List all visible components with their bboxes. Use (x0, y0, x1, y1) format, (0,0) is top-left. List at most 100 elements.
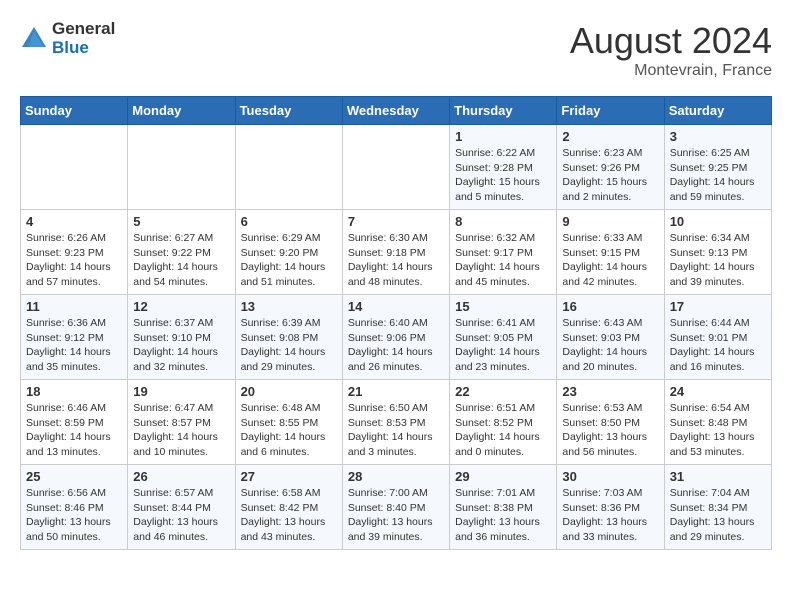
logo-icon (20, 25, 48, 53)
cell-info: Sunrise: 6:34 AM Sunset: 9:13 PM Dayligh… (670, 231, 766, 290)
table-cell: 6Sunrise: 6:29 AM Sunset: 9:20 PM Daylig… (235, 210, 342, 295)
cell-info: Sunrise: 7:00 AM Sunset: 8:40 PM Dayligh… (348, 486, 444, 545)
day-number: 17 (670, 299, 766, 314)
cell-info: Sunrise: 6:51 AM Sunset: 8:52 PM Dayligh… (455, 401, 551, 460)
week-row-3: 11 Sunrise: 6:36 AM Sunset: 9:12 PM Dayli… (21, 295, 772, 380)
cell-info: Sunrise: 6:32 AM Sunset: 9:17 PM Dayligh… (455, 231, 551, 290)
calendar-body: 1Sunrise: 6:22 AM Sunset: 9:28 PM Daylig… (21, 125, 772, 550)
col-sunday: Sunday (21, 97, 128, 125)
table-cell: 2Sunrise: 6:23 AM Sunset: 9:26 PM Daylig… (557, 125, 664, 210)
page-header: General Blue August 2024 Montevrain, Fra… (20, 20, 772, 80)
table-cell: 30 Sunrise: 7:03 AM Sunset: 8:36 PM Dayli… (557, 465, 664, 550)
calendar-header: Sunday Monday Tuesday Wednesday Thursday… (21, 97, 772, 125)
day-number: 29 (455, 469, 551, 484)
table-cell: 23Sunrise: 6:53 AM Sunset: 8:50 PM Dayli… (557, 380, 664, 465)
week-row-4: 18Sunrise: 6:46 AM Sunset: 8:59 PM Dayli… (21, 380, 772, 465)
day-number: 19 (133, 384, 229, 399)
cell-info: Sunrise: 6:25 AM Sunset: 9:25 PM Dayligh… (670, 146, 766, 205)
cell-info: Sunrise: 6:48 AM Sunset: 8:55 PM Dayligh… (241, 401, 337, 460)
title-block: August 2024 Montevrain, France (570, 20, 772, 80)
table-cell (235, 125, 342, 210)
day-number: 30 (562, 469, 658, 484)
day-number: 4 (26, 214, 122, 229)
col-thursday: Thursday (450, 97, 557, 125)
day-number: 14 (348, 299, 444, 314)
table-cell (342, 125, 449, 210)
day-number: 28 (348, 469, 444, 484)
day-number: 9 (562, 214, 658, 229)
week-row-2: 4 Sunrise: 6:26 AM Sunset: 9:23 PM Daylig… (21, 210, 772, 295)
day-number: 13 (241, 299, 337, 314)
cell-info: Sunrise: 6:30 AM Sunset: 9:18 PM Dayligh… (348, 231, 444, 290)
cell-info: Sunrise: 6:36 AM Sunset: 9:12 PM Dayligh… (26, 316, 122, 375)
day-number: 21 (348, 384, 444, 399)
table-cell: 15 Sunrise: 6:41 AM Sunset: 9:05 PM Dayli… (450, 295, 557, 380)
day-number: 1 (455, 129, 551, 144)
cell-info: Sunrise: 7:03 AM Sunset: 8:36 PM Dayligh… (562, 486, 658, 545)
table-cell: 7 Sunrise: 6:30 AM Sunset: 9:18 PM Daylig… (342, 210, 449, 295)
table-cell: 24Sunrise: 6:54 AM Sunset: 8:48 PM Dayli… (664, 380, 771, 465)
cell-info: Sunrise: 6:58 AM Sunset: 8:42 PM Dayligh… (241, 486, 337, 545)
table-cell: 31 Sunrise: 7:04 AM Sunset: 8:34 PM Dayli… (664, 465, 771, 550)
day-number: 18 (26, 384, 122, 399)
calendar-table: Sunday Monday Tuesday Wednesday Thursday… (20, 96, 772, 550)
cell-info: Sunrise: 6:50 AM Sunset: 8:53 PM Dayligh… (348, 401, 444, 460)
day-number: 10 (670, 214, 766, 229)
cell-info: Sunrise: 6:47 AM Sunset: 8:57 PM Dayligh… (133, 401, 229, 460)
table-cell (128, 125, 235, 210)
day-number: 5 (133, 214, 229, 229)
location-subtitle: Montevrain, France (570, 62, 772, 80)
cell-info: Sunrise: 6:41 AM Sunset: 9:05 PM Dayligh… (455, 316, 551, 375)
day-number: 26 (133, 469, 229, 484)
day-number: 27 (241, 469, 337, 484)
cell-info: Sunrise: 6:43 AM Sunset: 9:03 PM Dayligh… (562, 316, 658, 375)
week-row-1: 1Sunrise: 6:22 AM Sunset: 9:28 PM Daylig… (21, 125, 772, 210)
cell-info: Sunrise: 6:26 AM Sunset: 9:23 PM Dayligh… (26, 231, 122, 290)
table-cell: 12 Sunrise: 6:37 AM Sunset: 9:10 PM Dayli… (128, 295, 235, 380)
logo-blue-text: Blue (52, 39, 115, 58)
table-cell: 25 Sunrise: 6:56 AM Sunset: 8:46 PM Dayli… (21, 465, 128, 550)
table-cell: 22 Sunrise: 6:51 AM Sunset: 8:52 PM Dayli… (450, 380, 557, 465)
cell-info: Sunrise: 6:27 AM Sunset: 9:22 PM Dayligh… (133, 231, 229, 290)
cell-info: Sunrise: 6:39 AM Sunset: 9:08 PM Dayligh… (241, 316, 337, 375)
cell-info: Sunrise: 7:04 AM Sunset: 8:34 PM Dayligh… (670, 486, 766, 545)
day-number: 11 (26, 299, 122, 314)
col-monday: Monday (128, 97, 235, 125)
cell-info: Sunrise: 6:37 AM Sunset: 9:10 PM Dayligh… (133, 316, 229, 375)
table-cell: 21 Sunrise: 6:50 AM Sunset: 8:53 PM Dayli… (342, 380, 449, 465)
day-number: 8 (455, 214, 551, 229)
logo-general-text: General (52, 20, 115, 39)
day-number: 15 (455, 299, 551, 314)
table-cell (21, 125, 128, 210)
col-friday: Friday (557, 97, 664, 125)
table-cell: 8 Sunrise: 6:32 AM Sunset: 9:17 PM Daylig… (450, 210, 557, 295)
table-cell: 28 Sunrise: 7:00 AM Sunset: 8:40 PM Dayli… (342, 465, 449, 550)
day-number: 25 (26, 469, 122, 484)
day-number: 2 (562, 129, 658, 144)
day-number: 7 (348, 214, 444, 229)
week-row-5: 25 Sunrise: 6:56 AM Sunset: 8:46 PM Dayli… (21, 465, 772, 550)
table-cell: 13 Sunrise: 6:39 AM Sunset: 9:08 PM Dayli… (235, 295, 342, 380)
cell-info: Sunrise: 6:56 AM Sunset: 8:46 PM Dayligh… (26, 486, 122, 545)
table-cell: 29Sunrise: 7:01 AM Sunset: 8:38 PM Dayli… (450, 465, 557, 550)
days-of-week-row: Sunday Monday Tuesday Wednesday Thursday… (21, 97, 772, 125)
cell-info: Sunrise: 6:57 AM Sunset: 8:44 PM Dayligh… (133, 486, 229, 545)
table-cell: 16 Sunrise: 6:43 AM Sunset: 9:03 PM Dayli… (557, 295, 664, 380)
table-cell: 9Sunrise: 6:33 AM Sunset: 9:15 PM Daylig… (557, 210, 664, 295)
table-cell: 20Sunrise: 6:48 AM Sunset: 8:55 PM Dayli… (235, 380, 342, 465)
table-cell: 11 Sunrise: 6:36 AM Sunset: 9:12 PM Dayli… (21, 295, 128, 380)
table-cell: 4 Sunrise: 6:26 AM Sunset: 9:23 PM Daylig… (21, 210, 128, 295)
table-cell: 27 Sunrise: 6:58 AM Sunset: 8:42 PM Dayli… (235, 465, 342, 550)
day-number: 23 (562, 384, 658, 399)
month-year-title: August 2024 (570, 20, 772, 62)
day-number: 12 (133, 299, 229, 314)
day-number: 16 (562, 299, 658, 314)
day-number: 3 (670, 129, 766, 144)
table-cell: 3 Sunrise: 6:25 AM Sunset: 9:25 PM Daylig… (664, 125, 771, 210)
table-cell: 5 Sunrise: 6:27 AM Sunset: 9:22 PM Daylig… (128, 210, 235, 295)
day-number: 31 (670, 469, 766, 484)
cell-info: Sunrise: 6:44 AM Sunset: 9:01 PM Dayligh… (670, 316, 766, 375)
day-number: 24 (670, 384, 766, 399)
day-number: 22 (455, 384, 551, 399)
table-cell: 10 Sunrise: 6:34 AM Sunset: 9:13 PM Dayli… (664, 210, 771, 295)
